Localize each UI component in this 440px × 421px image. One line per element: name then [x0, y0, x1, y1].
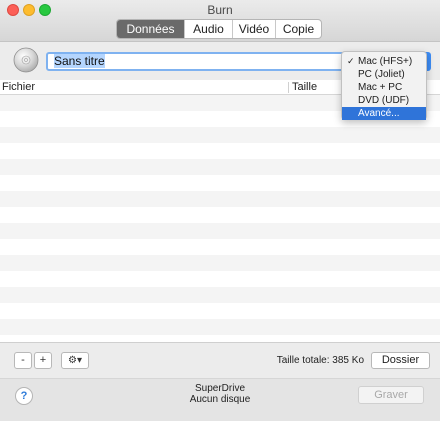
- checkmark-icon: ✓: [347, 56, 355, 66]
- titlebar: Burn Données Audio Vidéo Copie: [0, 0, 440, 42]
- table-row: [0, 175, 440, 191]
- new-folder-button[interactable]: Dossier: [371, 352, 430, 369]
- menu-item-avance[interactable]: Avancé...: [342, 107, 426, 120]
- menu-item-label: Mac + PC: [358, 82, 403, 93]
- table-row: [0, 159, 440, 175]
- table-rows: [0, 95, 440, 342]
- disc-name-value: Sans titre: [54, 54, 105, 68]
- menu-item-label: PC (Joliet): [358, 69, 405, 80]
- help-icon[interactable]: ?: [15, 387, 33, 405]
- column-header-taille[interactable]: Taille: [292, 81, 317, 93]
- table-row: [0, 143, 440, 159]
- disc-name-field[interactable]: Sans titre: [46, 52, 358, 71]
- table-row: [0, 239, 440, 255]
- gear-icon: ⚙▾: [68, 355, 82, 366]
- table-row: [0, 271, 440, 287]
- bottom-toolbar: - + ⚙▾ Taille totale: 385 Ko Dossier: [0, 342, 440, 378]
- add-button[interactable]: +: [34, 352, 52, 369]
- menu-item-label: Mac (HFS+): [358, 56, 413, 67]
- table-row: [0, 127, 440, 143]
- tab-bar: Données Audio Vidéo Copie: [116, 19, 322, 39]
- tab-donnees[interactable]: Données: [117, 20, 184, 38]
- column-header-fichier[interactable]: Fichier: [2, 81, 35, 93]
- menu-item-mac-hfs[interactable]: ✓ Mac (HFS+): [342, 55, 426, 68]
- filesystem-menu: ✓ Mac (HFS+) PC (Joliet) Mac + PC DVD (U…: [341, 51, 427, 120]
- menu-item-mac-pc[interactable]: Mac + PC: [342, 81, 426, 94]
- menu-item-pc-joliet[interactable]: PC (Joliet): [342, 68, 426, 81]
- gear-menu-button[interactable]: ⚙▾: [61, 352, 89, 369]
- table-row: [0, 335, 440, 342]
- table-row: [0, 255, 440, 271]
- disc-icon: [13, 47, 39, 73]
- total-size-label: Taille totale: 385 Ko: [276, 355, 364, 366]
- menu-item-label: DVD (UDF): [358, 95, 410, 106]
- table-row: [0, 223, 440, 239]
- drive-status: Aucun disque: [189, 394, 251, 405]
- burn-button[interactable]: Graver: [358, 386, 424, 404]
- table-row: [0, 287, 440, 303]
- column-divider[interactable]: [288, 82, 289, 93]
- menu-item-label: Avancé...: [358, 108, 400, 119]
- tab-copie[interactable]: Copie: [275, 20, 321, 38]
- table-row: [0, 303, 440, 319]
- tab-audio[interactable]: Audio: [184, 20, 232, 38]
- drive-name: SuperDrive: [194, 383, 246, 394]
- drive-info: SuperDrive Aucun disque: [150, 383, 290, 405]
- table-row: [0, 191, 440, 207]
- window-title: Burn: [207, 3, 233, 17]
- footer: ? SuperDrive Aucun disque Graver: [0, 378, 440, 421]
- burn-window: Burn Données Audio Vidéo Copie Sans titr…: [0, 0, 440, 421]
- table-row: [0, 207, 440, 223]
- menu-item-dvd-udf[interactable]: DVD (UDF): [342, 94, 426, 107]
- tab-video[interactable]: Vidéo: [232, 20, 275, 38]
- remove-button[interactable]: -: [14, 352, 32, 369]
- table-row: [0, 319, 440, 335]
